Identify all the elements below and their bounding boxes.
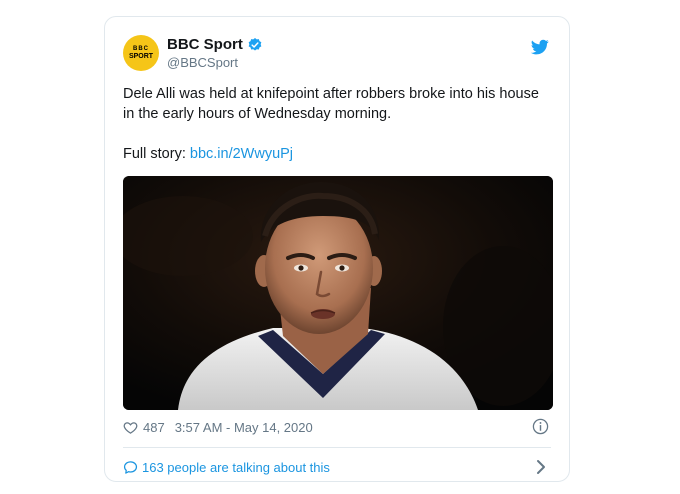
info-icon[interactable] <box>532 418 549 435</box>
full-story-line: Full story: bbc.in/2WwyuPj <box>123 144 553 164</box>
conversation-link[interactable]: 163 people are talking about this <box>123 457 551 477</box>
author-name-row: BBC Sport <box>167 36 263 53</box>
author-display-name[interactable]: BBC Sport <box>167 36 243 53</box>
twitter-bird-icon[interactable] <box>531 38 549 56</box>
tweet-text: Dele Alli was held at knifepoint after r… <box>123 84 553 164</box>
avatar-line1: BBC <box>133 45 149 52</box>
verified-badge-icon <box>248 37 262 51</box>
story-link[interactable]: bbc.in/2WwyuPj <box>190 146 293 162</box>
avatar[interactable]: BBC SPORT <box>123 35 159 71</box>
tweet-meta: 487 3:57 AM - May 14, 2020 <box>123 417 551 437</box>
tweet-body: Dele Alli was held at knifepoint after r… <box>123 86 539 122</box>
embedded-tweet-card[interactable]: BBC SPORT BBC Sport @BBCSport Dele Alli … <box>104 16 570 482</box>
like-count[interactable]: 487 <box>143 420 165 435</box>
tweet-photo[interactable] <box>123 176 553 410</box>
player-photo-illustration <box>123 176 553 410</box>
talking-count-label[interactable]: 163 people are talking about this <box>142 460 330 475</box>
divider <box>123 447 551 448</box>
avatar-line2: SPORT <box>128 52 154 60</box>
tweet-timestamp[interactable]: 3:57 AM - May 14, 2020 <box>175 420 313 435</box>
chevron-right-icon[interactable] <box>535 459 547 475</box>
heart-icon[interactable] <box>123 420 138 435</box>
tweet-header: BBC SPORT BBC Sport @BBCSport <box>123 35 551 77</box>
author-block: BBC Sport @BBCSport <box>167 36 263 70</box>
full-story-label: Full story: <box>123 146 186 162</box>
speech-bubble-icon <box>123 460 138 474</box>
author-handle[interactable]: @BBCSport <box>167 55 263 70</box>
